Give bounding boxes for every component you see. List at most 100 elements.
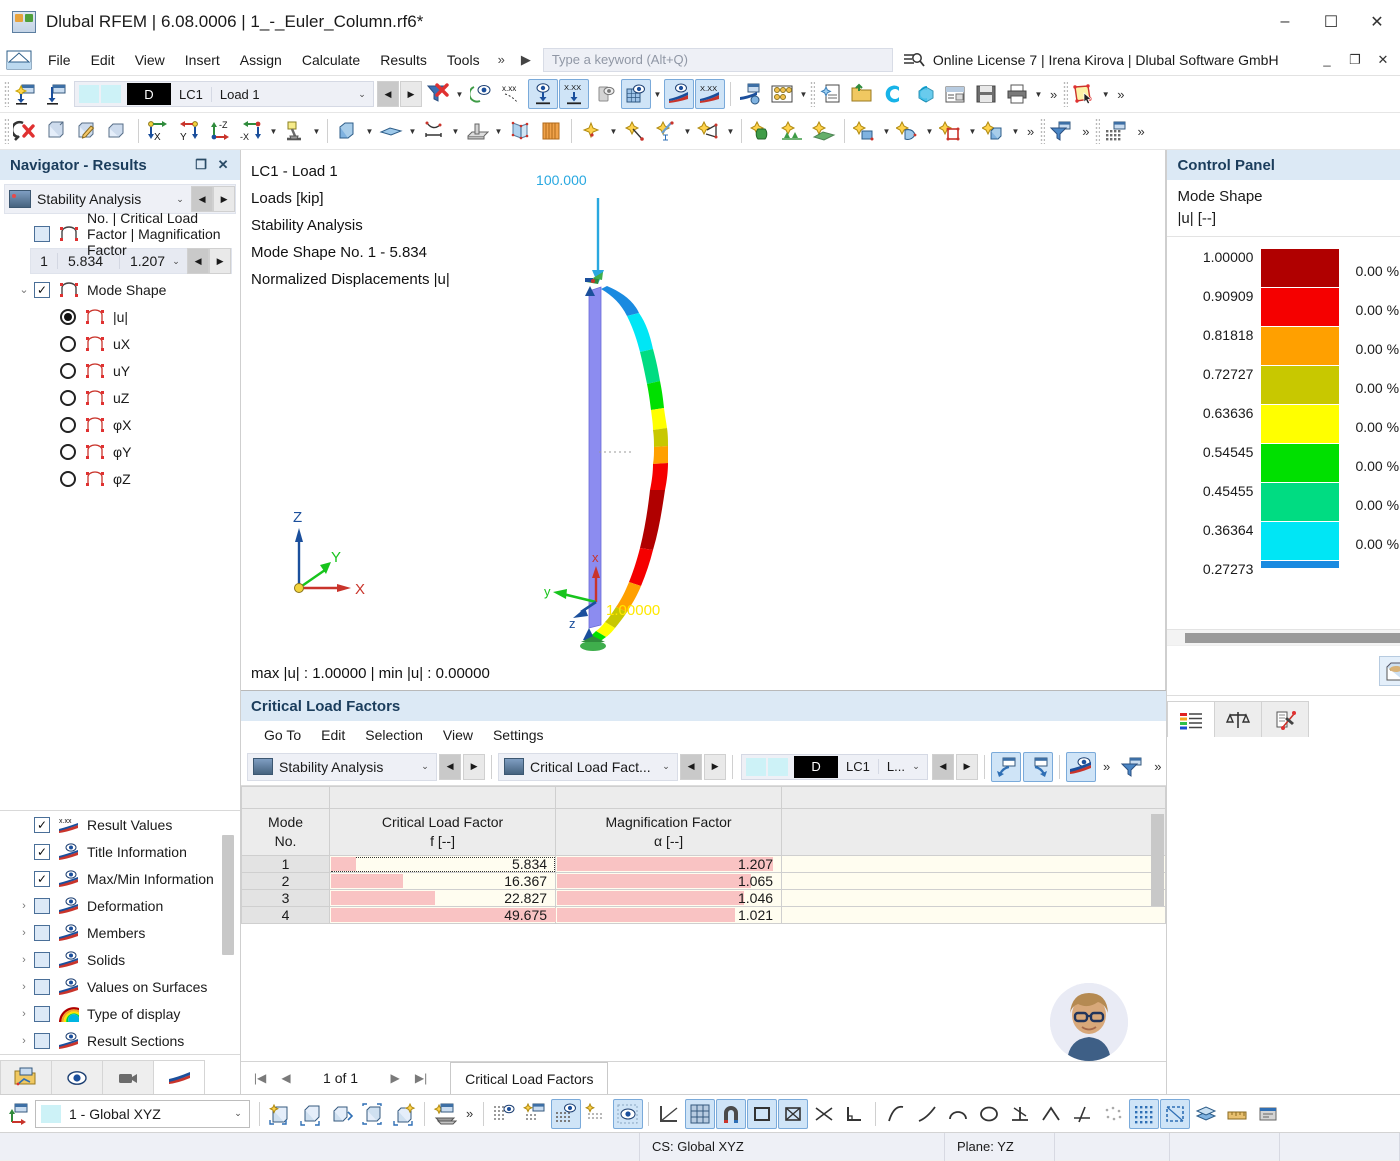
column-header-mode-no[interactable]: Mode No. bbox=[242, 809, 330, 856]
results-menu-selection[interactable]: Selection bbox=[356, 725, 432, 745]
legend-band-1[interactable] bbox=[1261, 288, 1339, 327]
navigator-tab-results[interactable] bbox=[153, 1060, 205, 1094]
perpendicular-snap-icon[interactable] bbox=[1005, 1099, 1035, 1129]
new-work-plane-star-icon[interactable] bbox=[389, 1099, 419, 1129]
row-3-critical-load-factor[interactable]: 22.827 bbox=[330, 890, 556, 907]
new-polygon-icon[interactable] bbox=[694, 116, 724, 146]
window-snap-icon[interactable] bbox=[809, 1099, 839, 1129]
load-case-next-button[interactable]: ▶ bbox=[400, 81, 422, 107]
table-row[interactable]: 4 49.675 1.021 bbox=[242, 907, 1166, 924]
mode-shape-expander-icon[interactable]: ⌄ bbox=[14, 283, 34, 296]
table-row[interactable]: 3 22.827 1.046 bbox=[242, 890, 1166, 907]
orthotropic-surface-icon[interactable] bbox=[536, 116, 566, 146]
toolbar2-grip[interactable] bbox=[4, 118, 9, 144]
uz-radio[interactable] bbox=[60, 390, 76, 406]
column-header-magnification-factor[interactable]: Magnification Factor α [--] bbox=[556, 809, 782, 856]
display-item-type-of-display[interactable]: › Type of display bbox=[0, 1000, 240, 1027]
display-item-title-information[interactable]: ✓ Title Information bbox=[0, 838, 240, 865]
row-2-magnification-factor[interactable]: 1.065 bbox=[556, 873, 782, 890]
measure-icon[interactable] bbox=[1222, 1099, 1252, 1129]
results-analysis-next-button[interactable]: ▶ bbox=[463, 754, 485, 780]
toolbar2-overflow-icon[interactable]: » bbox=[1022, 124, 1039, 139]
legend-band-0[interactable] bbox=[1261, 249, 1339, 288]
new-line-icon[interactable] bbox=[620, 116, 650, 146]
new-node-icon[interactable] bbox=[577, 116, 607, 146]
display-item-result-values[interactable]: ✓ x.xx Result Values bbox=[0, 811, 240, 838]
deselect-all-icon[interactable] bbox=[10, 116, 40, 146]
open-folder-icon[interactable] bbox=[847, 79, 877, 109]
print-dropdown-icon[interactable]: ▼ bbox=[1033, 79, 1044, 109]
next-page-button[interactable]: ▶ bbox=[384, 1071, 406, 1085]
mdi-minimize-button[interactable]: _ bbox=[1314, 47, 1340, 73]
load-case-selector[interactable]: D LC1 Load 1 ⌄ bbox=[74, 81, 374, 107]
show-results-icon[interactable] bbox=[466, 79, 496, 109]
line-snap-icon[interactable] bbox=[881, 1099, 911, 1129]
new-node-dropdown-icon[interactable]: ▼ bbox=[608, 116, 619, 146]
new-opening-dropdown-icon[interactable]: ▼ bbox=[967, 116, 978, 146]
solids-checkbox[interactable] bbox=[34, 952, 50, 968]
guideline-snap-icon[interactable] bbox=[1160, 1099, 1190, 1129]
toolbar2-overflow-3-icon[interactable]: » bbox=[1132, 124, 1149, 139]
new-support-icon[interactable] bbox=[419, 116, 449, 146]
results-toolbar-overflow-2-icon[interactable]: » bbox=[1149, 759, 1166, 774]
results-toolbar-overflow-icon[interactable]: » bbox=[1098, 759, 1115, 774]
prev-page-button[interactable]: ◀ bbox=[275, 1071, 297, 1085]
model-wireframe-icon[interactable] bbox=[41, 116, 71, 146]
toolbar-grip-3[interactable] bbox=[1063, 81, 1068, 107]
control-panel-tab-filter[interactable] bbox=[1261, 701, 1309, 737]
menu-results[interactable]: Results bbox=[370, 49, 437, 71]
mode-shape-checkbox[interactable]: ✓ bbox=[34, 282, 50, 298]
select-objects-icon[interactable] bbox=[1069, 79, 1099, 109]
display-item-members[interactable]: › Members bbox=[0, 919, 240, 946]
toolbar2-overflow-2-icon[interactable]: » bbox=[1077, 124, 1094, 139]
results-menu-view[interactable]: View bbox=[434, 725, 482, 745]
menu-tools[interactable]: Tools bbox=[437, 49, 490, 71]
new-surface-support-icon[interactable] bbox=[809, 116, 839, 146]
mode-row-prev-button[interactable]: ◀ bbox=[187, 248, 209, 274]
display-settings-icon[interactable] bbox=[736, 79, 766, 109]
results-grid-scrollbar[interactable] bbox=[1151, 814, 1164, 906]
legend-band-6[interactable] bbox=[1261, 483, 1339, 522]
zoom-microscope-icon[interactable] bbox=[280, 116, 310, 146]
solids-expander-icon[interactable]: › bbox=[14, 954, 34, 966]
cs-chevron-down-icon[interactable]: ⌄ bbox=[227, 1108, 249, 1119]
results-menu-edit[interactable]: Edit bbox=[312, 725, 354, 745]
view-negative-x-icon[interactable]: -X bbox=[237, 116, 267, 146]
maximize-button[interactable]: ☐ bbox=[1308, 0, 1354, 44]
menu-calculate[interactable]: Calculate bbox=[292, 49, 370, 71]
control-panel-tab-color-scale[interactable] bbox=[1167, 701, 1215, 737]
abacus-calculator-icon[interactable] bbox=[767, 79, 797, 109]
tree-item-phix[interactable]: φX bbox=[0, 411, 240, 438]
new-polygon-dropdown-icon[interactable]: ▼ bbox=[725, 116, 736, 146]
view-y-direction-icon[interactable]: Y bbox=[175, 116, 205, 146]
toolbar2-grip-3[interactable] bbox=[1095, 118, 1100, 144]
surface-results-dropdown-icon[interactable]: ▼ bbox=[652, 79, 663, 109]
legend-band-8[interactable] bbox=[1261, 561, 1339, 569]
load-factor-checkbox[interactable] bbox=[34, 226, 50, 242]
toolbar-grip[interactable] bbox=[4, 81, 9, 107]
ortho-icon[interactable] bbox=[654, 1099, 684, 1129]
results-lc-chevron-down-icon[interactable]: ⌄ bbox=[905, 761, 927, 772]
import-load-case-icon[interactable] bbox=[41, 79, 71, 109]
toolbar1-overflow-2-icon[interactable]: » bbox=[1112, 87, 1129, 102]
display-item-solids[interactable]: › Solids bbox=[0, 946, 240, 973]
filter-view-icon[interactable] bbox=[1046, 116, 1076, 146]
model-viewport[interactable]: LC1 - Load 1 Loads [kip] Stability Analy… bbox=[241, 150, 1166, 690]
tree-item-u-abs[interactable]: |u| bbox=[0, 303, 240, 330]
tree-item-phiy[interactable]: φY bbox=[0, 438, 240, 465]
new-free-load-icon[interactable] bbox=[893, 116, 923, 146]
grid-snap-new-icon[interactable] bbox=[520, 1099, 550, 1129]
new-solid-object-icon[interactable] bbox=[979, 116, 1009, 146]
deformation-expander-icon[interactable]: › bbox=[14, 900, 34, 912]
results-analysis-selector[interactable]: Stability Analysis ⌄ bbox=[247, 753, 437, 781]
numeric-values-icon[interactable]: X.XX bbox=[559, 79, 589, 109]
mdi-close-button[interactable]: ✕ bbox=[1370, 47, 1396, 73]
edit-color-scale-icon[interactable] bbox=[1379, 656, 1400, 686]
row-2-critical-load-factor[interactable]: 16.367 bbox=[330, 873, 556, 890]
object-snap-grid-icon[interactable] bbox=[1129, 1099, 1159, 1129]
new-work-plane-icon[interactable] bbox=[265, 1099, 295, 1129]
print-icon[interactable] bbox=[1002, 79, 1032, 109]
members-expander-icon[interactable]: › bbox=[14, 927, 34, 939]
type-display-checkbox[interactable] bbox=[34, 1006, 50, 1022]
members-checkbox[interactable] bbox=[34, 925, 50, 941]
